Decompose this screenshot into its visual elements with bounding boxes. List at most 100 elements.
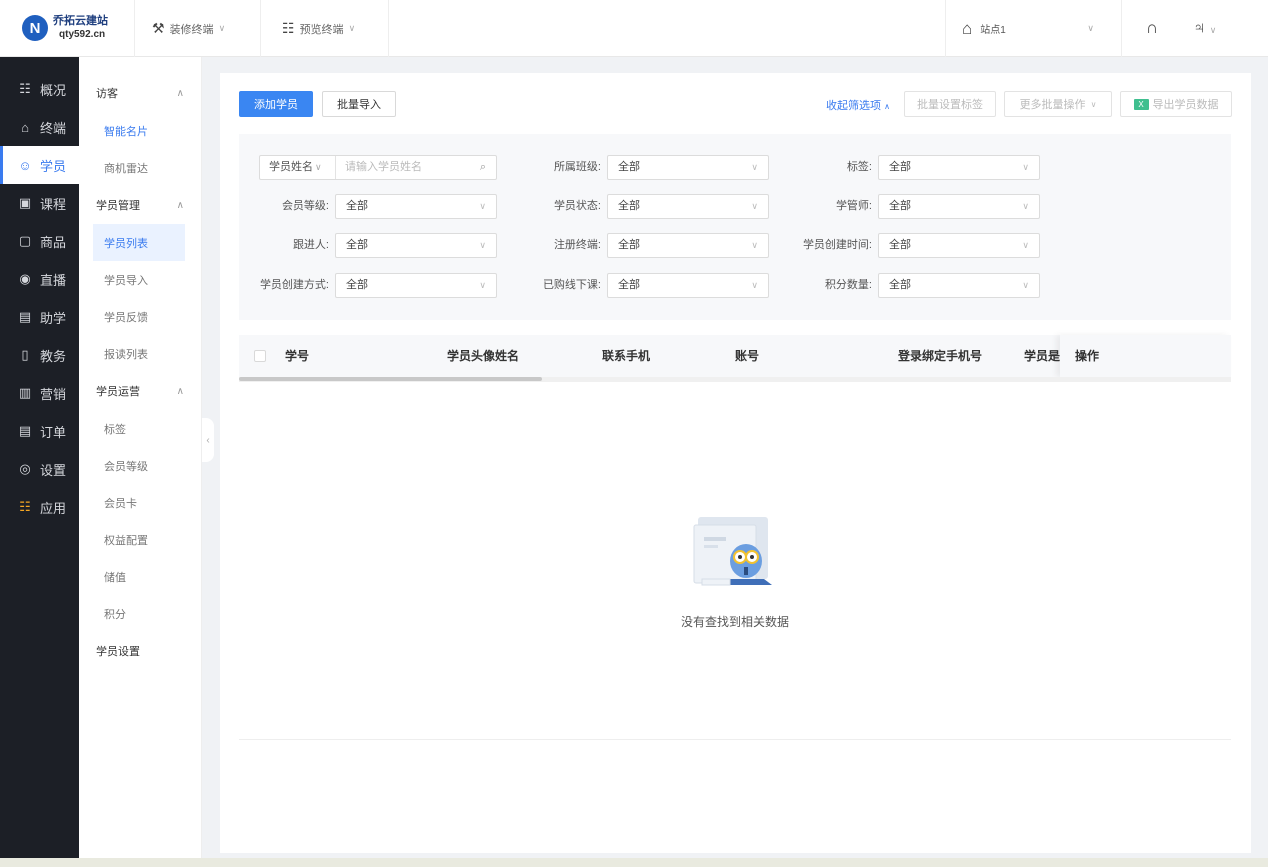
filter-panel: 学员姓名 ∨ 请输入学员姓名 ⌕ 所属班级: 全部 ∨ 标签: 全部 ∨ 会员等级: 全… (239, 134, 1231, 320)
sidebar-item-settings[interactable]: ◎ 设置 (0, 450, 79, 488)
submenu-item-smart-card[interactable]: 智能名片 (93, 112, 185, 149)
points-label: 积分数量: (824, 279, 872, 291)
follower-select[interactable]: 全部 ∨ (335, 233, 497, 258)
search-type-select[interactable]: 学员姓名 ∨ (260, 156, 336, 179)
brand-logo[interactable]: N 乔拓云建站 qty592.cn (22, 10, 108, 46)
sidebar-item-academic[interactable]: ▯ 教务 (0, 336, 79, 374)
horizontal-scrollbar[interactable] (239, 377, 1231, 382)
paint-roller-icon: ⚒ (152, 20, 165, 36)
chevron-up-icon: ∧ (884, 102, 890, 111)
register-terminal-label: 注册终端: (553, 239, 601, 251)
column-avatar-name: 学员头像姓名 (447, 349, 520, 363)
submenu-item-member-card[interactable]: 会员卡 (93, 484, 185, 521)
bag-icon: ▢ (18, 233, 32, 248)
apps-icon: ☷ (19, 499, 31, 514)
submenu-item-points[interactable]: 积分 (93, 595, 185, 632)
chevron-down-icon: ∨ (751, 280, 758, 290)
sidebar-item-terminal[interactable]: ⌂ 终端 (0, 108, 79, 146)
divider (388, 0, 389, 57)
brand-domain: qty592.cn (59, 29, 106, 40)
batch-import-button[interactable]: 批量导入 (322, 91, 396, 117)
created-time-label: 学员创建时间: (802, 239, 872, 251)
top-menu-decorate[interactable]: ⚒ 装修终端 ∨ (152, 0, 225, 57)
submenu-item-student-list[interactable]: 学员列表 (93, 224, 185, 261)
submenu-item-stored-value[interactable]: 储值 (93, 558, 185, 595)
member-level-select[interactable]: 全部 ∨ (335, 194, 497, 219)
academic-advisor-select[interactable]: 全部 ∨ (878, 194, 1040, 219)
collapse-submenu-button[interactable]: ‹ (202, 418, 214, 462)
submenu-item-student-feedback[interactable]: 学员反馈 (93, 298, 185, 335)
site-selector[interactable]: ⌂ 站点1 ∨ (962, 0, 1102, 57)
created-method-select[interactable]: 全部 ∨ (335, 273, 497, 298)
chevron-down-icon: ∨ (751, 162, 758, 172)
submenu-item-benefits[interactable]: 权益配置 (93, 521, 185, 558)
store-icon: ⌂ (21, 119, 29, 135)
chevron-down-icon: ∨ (1090, 99, 1097, 109)
sidebar-item-assist[interactable]: ▤ 助学 (0, 298, 79, 336)
divider (945, 0, 946, 57)
student-name-input[interactable]: 请输入学员姓名 ⌕ (336, 156, 496, 179)
submenu-group-visitors[interactable]: 访客 ∧ (79, 74, 201, 112)
column-bound-phone: 登录绑定手机号 (898, 349, 983, 363)
chevron-down-icon: ∨ (1087, 23, 1094, 33)
divider (260, 0, 261, 57)
sidebar-item-live[interactable]: ◉ 直播 (0, 260, 79, 298)
student-status-select[interactable]: 全部 ∨ (607, 194, 769, 219)
academic-advisor-label: 学管师: (835, 200, 872, 212)
submenu-group-manage[interactable]: 学员管理 ∧ (79, 186, 201, 224)
created-method-label: 学员创建方式: (259, 279, 329, 291)
top-menu-preview[interactable]: ☷ 预览终端 ∨ (282, 0, 355, 57)
submenu-group-ops[interactable]: 学员运营 ∧ (79, 372, 201, 410)
user-icon: ♃ (1193, 18, 1206, 37)
operation-column-fixed: 操作 (1060, 335, 1231, 377)
submenu-item-member-level[interactable]: 会员等级 (93, 447, 185, 484)
chevron-down-icon: ∨ (218, 23, 226, 33)
bank-icon: ⌂ (962, 18, 973, 38)
collapse-filters-link[interactable]: 收起筛选项 ∧ (826, 97, 890, 113)
divider (1121, 0, 1122, 57)
submenu-item-enroll-list[interactable]: 报读列表 (93, 335, 185, 372)
sidebar-item-students[interactable]: ☺ 学员 (0, 146, 79, 184)
offline-course-select[interactable]: 全部 ∨ (607, 273, 769, 298)
chevron-down-icon: ∨ (751, 240, 758, 250)
search-icon: ⌕ (479, 161, 486, 173)
follower-label: 跟进人: (292, 239, 329, 251)
chevron-down-icon: ∨ (1022, 162, 1029, 172)
export-students-button[interactable]: X 导出学员数据 (1120, 91, 1232, 117)
submenu-item-radar[interactable]: 商机雷达 (93, 149, 185, 186)
chevron-down-icon: ∨ (1022, 280, 1029, 290)
submenu-group-settings[interactable]: 学员设置 (79, 632, 201, 670)
submenu-item-tags[interactable]: 标签 (93, 410, 185, 447)
sidebar-item-courses[interactable]: ▣ 课程 (0, 184, 79, 222)
created-time-select[interactable]: 全部 ∨ (878, 233, 1040, 258)
points-select[interactable]: 全部 ∨ (878, 273, 1040, 298)
chevron-up-icon: ∧ (176, 199, 184, 211)
sidebar-item-products[interactable]: ▢ 商品 (0, 222, 79, 260)
batch-set-tags-button[interactable]: 批量设置标签 (904, 91, 996, 117)
register-terminal-select[interactable]: 全部 ∨ (607, 233, 769, 258)
headset-icon[interactable]: ∩ (1146, 18, 1158, 38)
submenu-item-student-import[interactable]: 学员导入 (93, 261, 185, 298)
scrollbar-thumb[interactable] (239, 377, 542, 381)
sidebar-item-orders[interactable]: ▤ 订单 (0, 412, 79, 450)
assist-icon: ▤ (18, 309, 32, 324)
book-icon: ▯ (21, 347, 29, 362)
chevron-left-icon: ‹ (206, 434, 210, 446)
top-menu-label: 装修终端 (169, 23, 214, 36)
class-select[interactable]: 全部 ∨ (607, 155, 769, 180)
sidebar-item-apps[interactable]: ☷ 应用 (0, 488, 79, 526)
users-icon: ☺ (18, 157, 32, 173)
add-student-button[interactable]: 添加学员 (239, 91, 313, 117)
tag-select[interactable]: 全部 ∨ (878, 155, 1040, 180)
sidebar-item-overview[interactable]: ☷ 概况 (0, 70, 79, 108)
sub-menu: 访客 ∧ 智能名片 商机雷达 学员管理 ∧ 学员列表 学员导入 学员反馈 报读列表 … (79, 57, 202, 867)
more-batch-actions-button[interactable]: 更多批量操作 ∨ (1004, 91, 1112, 117)
chevron-down-icon: ∨ (315, 162, 322, 172)
chevron-down-icon: ∨ (479, 240, 486, 250)
user-menu[interactable]: ♃ ∨ (1193, 18, 1216, 38)
live-icon: ◉ (19, 271, 31, 286)
divider (134, 0, 135, 57)
empty-state-text: 没有查找到相关数据 (680, 615, 789, 629)
select-all-checkbox[interactable] (254, 350, 266, 362)
sidebar-item-marketing[interactable]: ▥ 营销 (0, 374, 79, 412)
